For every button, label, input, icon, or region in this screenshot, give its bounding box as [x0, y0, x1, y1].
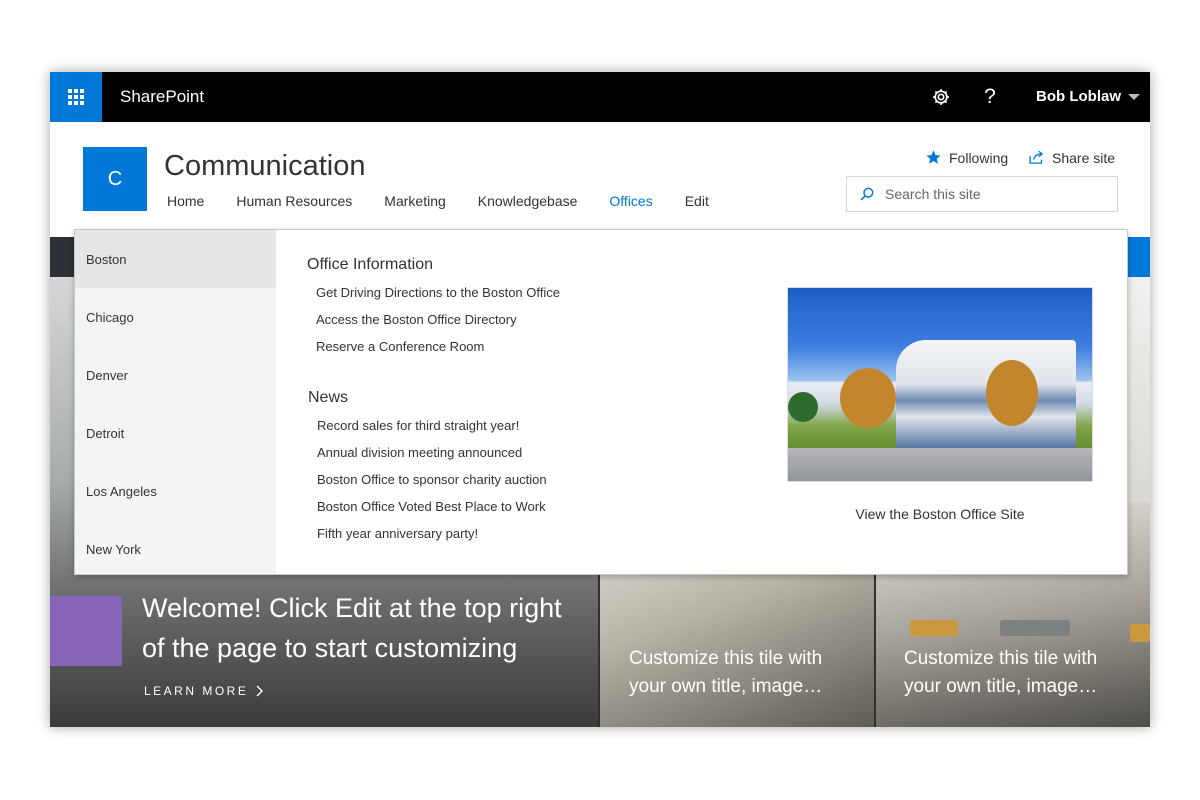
user-menu[interactable]: Bob Loblaw — [1036, 88, 1121, 105]
news-heading: News — [308, 389, 349, 406]
learn-more-link[interactable]: LEARN MORE — [144, 684, 264, 698]
nav-item-offices[interactable]: Offices — [609, 193, 652, 209]
search-placeholder: Search this site — [885, 186, 981, 202]
photo-detail — [788, 448, 1092, 481]
following-label: Following — [949, 149, 1009, 166]
city-item-detroit[interactable]: Detroit — [75, 404, 276, 462]
nav-item-human-resources[interactable]: Human Resources — [236, 193, 352, 209]
nav-item-edit[interactable]: Edit — [685, 193, 709, 209]
menu-link[interactable]: Get Driving Directions to the Boston Off… — [316, 285, 560, 300]
sharepoint-window: SharePoint ? Bob Loblaw C Communication … — [50, 72, 1150, 727]
site-logo[interactable]: C — [83, 147, 147, 211]
chevron-right-icon — [256, 685, 264, 697]
tile-image-detail — [1130, 624, 1150, 642]
nav-item-knowledgebase[interactable]: Knowledgebase — [478, 193, 578, 209]
news-link[interactable]: Boston Office to sponsor charity auction — [317, 472, 547, 487]
search-input[interactable]: Search this site — [846, 176, 1118, 212]
gear-icon[interactable] — [928, 84, 954, 110]
photo-detail — [788, 392, 818, 422]
nav-item-marketing[interactable]: Marketing — [384, 193, 445, 209]
brand-name: SharePoint — [120, 87, 205, 106]
chevron-down-icon[interactable] — [1128, 94, 1140, 100]
tile-caption[interactable]: Customize this tile with your own title,… — [904, 645, 1134, 701]
share-site-button[interactable]: Share site — [1028, 149, 1115, 166]
city-item-los-angeles[interactable]: Los Angeles — [75, 462, 276, 520]
share-icon — [1029, 150, 1044, 164]
news-link[interactable]: Fifth year anniversary party! — [317, 526, 478, 541]
hero-accent-square — [50, 596, 122, 666]
help-icon[interactable]: ? — [977, 84, 1003, 110]
share-site-label: Share site — [1052, 149, 1116, 166]
hero-title[interactable]: Welcome! Click Edit at the top right of … — [142, 588, 582, 668]
photo-detail — [840, 368, 896, 428]
city-item-denver[interactable]: Denver — [75, 346, 276, 404]
menu-link[interactable]: Reserve a Conference Room — [316, 339, 484, 354]
photo-detail — [986, 360, 1038, 426]
city-item-boston[interactable]: Boston — [75, 230, 276, 288]
city-item-chicago[interactable]: Chicago — [75, 288, 276, 346]
search-icon — [860, 187, 874, 201]
tile-caption[interactable]: Customize this tile with your own title,… — [629, 645, 859, 701]
app-launcher-button[interactable] — [50, 72, 102, 122]
tile-image-detail — [1000, 620, 1070, 636]
view-office-site-link[interactable]: View the Boston Office Site — [787, 506, 1093, 522]
following-button[interactable]: Following — [925, 149, 1008, 166]
page-title[interactable]: Communication — [164, 150, 365, 183]
boston-office-photo[interactable] — [787, 287, 1093, 482]
top-navigation: Home Human Resources Marketing Knowledge… — [167, 193, 741, 209]
nav-item-home[interactable]: Home — [167, 193, 204, 209]
star-icon — [926, 150, 941, 164]
suite-bar: SharePoint ? Bob Loblaw — [50, 72, 1150, 122]
city-list: Boston Chicago Denver Detroit Los Angele… — [75, 230, 276, 574]
news-link[interactable]: Annual division meeting announced — [317, 445, 522, 460]
menu-link[interactable]: Access the Boston Office Directory — [316, 312, 517, 327]
office-information-heading: Office Information — [307, 256, 433, 273]
city-item-new-york[interactable]: New York — [75, 520, 276, 578]
news-link[interactable]: Boston Office Voted Best Place to Work — [317, 499, 546, 514]
waffle-icon — [68, 89, 84, 105]
offices-mega-menu: Boston Chicago Denver Detroit Los Angele… — [74, 229, 1128, 575]
tile-image-detail — [910, 620, 958, 636]
learn-more-label: LEARN MORE — [144, 684, 249, 698]
news-link[interactable]: Record sales for third straight year! — [317, 418, 519, 433]
